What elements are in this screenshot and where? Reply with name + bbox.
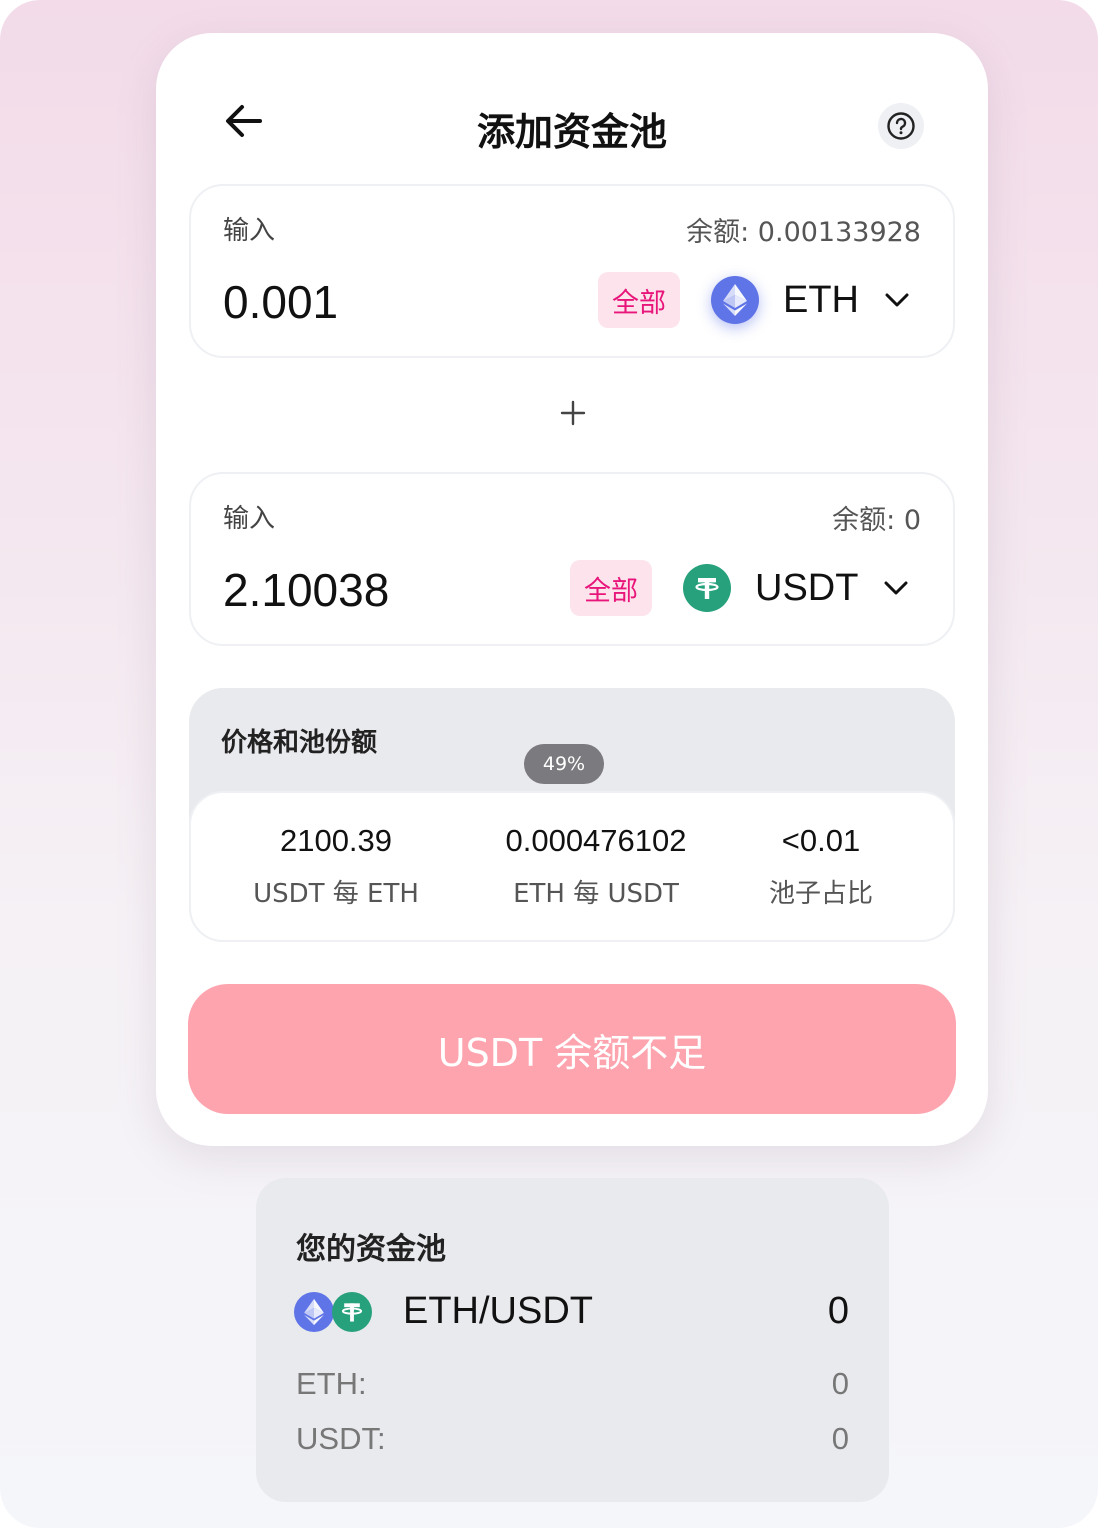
stat-value: <0.01 bbox=[781, 823, 861, 858]
token-selector-eth[interactable]: ETH bbox=[711, 266, 909, 334]
stat-eth-per-usdt: 0.000476102 ETH 每 USDT bbox=[481, 823, 711, 910]
balance-text: 余额: 0 bbox=[832, 505, 921, 536]
input-panel-usdt: 输入 余额: 0 全部 USDT bbox=[189, 472, 955, 646]
ethereum-icon bbox=[711, 276, 759, 324]
ethereum-icon bbox=[294, 1292, 334, 1332]
tether-icon bbox=[683, 564, 731, 612]
pool-title: 您的资金池 bbox=[296, 1232, 446, 1267]
token-symbol: USDT bbox=[755, 566, 859, 609]
chevron-down-icon bbox=[884, 581, 908, 595]
plus-icon bbox=[556, 396, 590, 430]
insufficient-balance-button[interactable]: USDT 余额不足 bbox=[188, 984, 956, 1114]
your-pool-card: 您的资金池 ETH/USDT 0 ETH: 0 USDT: 0 bbox=[256, 1178, 889, 1502]
max-button[interactable]: 全部 bbox=[598, 272, 680, 328]
stat-label: USDT 每 ETH bbox=[253, 879, 419, 909]
page-title: 添加资金池 bbox=[476, 110, 667, 154]
stat-usdt-per-eth: 2100.39 USDT 每 ETH bbox=[236, 823, 436, 910]
amount-input-eth[interactable] bbox=[223, 272, 553, 332]
pool-row-label: USDT: bbox=[296, 1421, 386, 1456]
max-button[interactable]: 全部 bbox=[570, 560, 652, 616]
input-label: 输入 bbox=[223, 504, 276, 534]
percent-badge: 49% bbox=[524, 744, 604, 784]
help-button[interactable] bbox=[878, 103, 924, 149]
add-liquidity-card: 添加资金池 输入 余额: 0.00133928 全部 bbox=[156, 33, 988, 1146]
stat-value: 0.000476102 bbox=[505, 823, 687, 858]
stat-pool-share: <0.01 池子占比 bbox=[751, 823, 891, 910]
price-and-share-panel: 价格和池份额 49% 2100.39 USDT 每 ETH 0.00047610… bbox=[189, 688, 955, 942]
price-panel-title: 价格和池份额 bbox=[221, 728, 378, 758]
stat-value: 2100.39 bbox=[279, 823, 393, 858]
pair-name: ETH/USDT bbox=[403, 1290, 593, 1332]
input-panel-eth: 输入 余额: 0.00133928 全部 ETH bbox=[189, 184, 955, 358]
question-circle-icon bbox=[887, 112, 915, 140]
pool-row-label: ETH: bbox=[296, 1366, 367, 1401]
stat-label: 池子占比 bbox=[768, 879, 873, 909]
card-header: 添加资金池 bbox=[156, 33, 988, 193]
token-symbol: ETH bbox=[783, 278, 859, 321]
tether-icon bbox=[332, 1292, 372, 1332]
pair-icons bbox=[294, 1292, 378, 1334]
pool-row-value: 0 bbox=[831, 1366, 849, 1401]
pool-row-value: 0 bbox=[831, 1421, 849, 1456]
chevron-down-icon bbox=[885, 293, 909, 307]
price-stats: 2100.39 USDT 每 ETH 0.000476102 ETH 每 USD… bbox=[189, 791, 955, 942]
balance-text: 余额: 0.00133928 bbox=[686, 217, 921, 248]
amount-input-usdt[interactable] bbox=[223, 560, 553, 620]
token-selector-usdt[interactable]: USDT bbox=[683, 554, 908, 622]
input-label: 输入 bbox=[223, 216, 276, 246]
pair-balance: 0 bbox=[827, 1290, 849, 1332]
stat-label: ETH 每 USDT bbox=[513, 879, 679, 909]
